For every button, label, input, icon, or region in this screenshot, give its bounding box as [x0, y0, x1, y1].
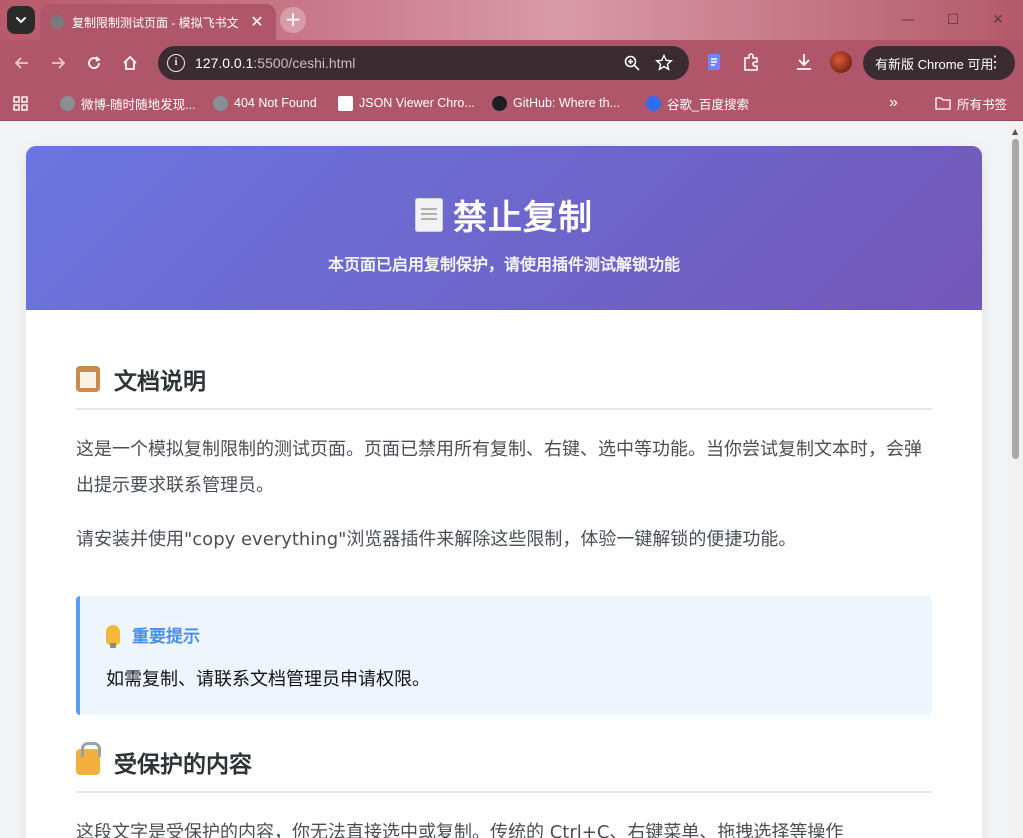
- bookmark-404[interactable]: 404 Not Found: [213, 93, 317, 113]
- chrome-update-button[interactable]: 有新版 Chrome 可用 ⋮: [863, 46, 1015, 80]
- section-heading-description: 文档说明: [76, 362, 932, 410]
- tab-strip: 复制限制测试页面 - 模拟飞书文 ✕ + — ☐ ✕: [0, 0, 1023, 40]
- home-icon: [123, 55, 137, 70]
- globe-icon: [50, 15, 64, 29]
- page-title: 禁止复制: [26, 146, 982, 239]
- bookmark-weibo[interactable]: 微博-随时随地发现...: [60, 93, 196, 113]
- bookmarks-overflow-icon[interactable]: »: [889, 93, 898, 113]
- document-content: 文档说明 这是一个模拟复制限制的测试页面。页面已禁用所有复制、右键、选中等功能。…: [26, 362, 982, 838]
- maximize-button[interactable]: ☐: [938, 8, 968, 32]
- tip-heading-text: 重要提示: [132, 627, 200, 647]
- back-button[interactable]: [9, 50, 35, 76]
- url-text[interactable]: 127.0.0.1:5500/ceshi.html: [195, 55, 355, 71]
- tip-heading: 重要提示: [106, 622, 906, 648]
- all-bookmarks-label: 所有书签: [957, 97, 1008, 112]
- download-icon[interactable]: [793, 51, 815, 73]
- section-heading-protected: 受保护的内容: [76, 742, 932, 793]
- page-subtitle: 本页面已启用复制保护，请使用插件测试解锁功能: [327, 255, 680, 274]
- tab-active[interactable]: 复制限制测试页面 - 模拟飞书文 ✕: [40, 4, 276, 40]
- tab-title: 复制限制测试页面 - 模拟飞书文: [72, 15, 239, 30]
- bookmark-label: GitHub: Where th...: [513, 96, 620, 110]
- back-arrow-icon: [14, 57, 28, 69]
- extension-icon[interactable]: [703, 51, 725, 73]
- chevron-down-icon: [16, 17, 26, 24]
- zoom-icon[interactable]: [623, 54, 641, 72]
- page-viewport: 禁止复制 本页面已启用复制保护，请使用插件测试解锁功能 文档说明 这是一个模拟复…: [0, 121, 1023, 838]
- menu-dots-icon[interactable]: ⋮: [987, 52, 1003, 72]
- forward-arrow-icon: [52, 57, 66, 69]
- document-card: 禁止复制 本页面已启用复制保护，请使用插件测试解锁功能 文档说明 这是一个模拟复…: [26, 146, 982, 838]
- address-bar[interactable]: i 127.0.0.1:5500/ceshi.html: [158, 46, 689, 80]
- home-button[interactable]: [117, 50, 143, 76]
- lock-icon: [76, 742, 101, 775]
- bookmark-json-viewer[interactable]: JSON Viewer Chro...: [338, 93, 475, 113]
- page-scrollbar[interactable]: ▲: [1008, 121, 1023, 838]
- clipboard-icon: [76, 366, 100, 392]
- lightbulb-icon: [106, 624, 120, 648]
- page-title-text: 禁止复制: [453, 198, 593, 238]
- github-icon: [492, 95, 507, 111]
- bookmark-label: 404 Not Found: [234, 96, 317, 110]
- important-tip-box: 重要提示 如需复制、请联系文档管理员申请权限。: [76, 596, 932, 715]
- bookmark-github[interactable]: GitHub: Where th...: [492, 93, 620, 113]
- section-heading-text: 文档说明: [114, 369, 206, 395]
- apps-grid-icon[interactable]: [13, 96, 28, 111]
- scrollbar-thumb[interactable]: [1012, 139, 1019, 459]
- site-info-icon[interactable]: i: [167, 54, 185, 72]
- bookmarks-bar: 微博-随时随地发现... 404 Not Found JSON Viewer C…: [0, 86, 1023, 121]
- bookmark-label: JSON Viewer Chro...: [359, 96, 475, 110]
- reload-button[interactable]: [81, 50, 107, 76]
- bookmark-label: 微博-随时随地发现...: [81, 97, 196, 112]
- browser-chrome: 复制限制测试页面 - 模拟飞书文 ✕ + — ☐ ✕ i 127.0.0.1:5…: [0, 0, 1023, 121]
- document-icon: [415, 197, 443, 232]
- section-heading-text: 受保护的内容: [114, 752, 252, 778]
- description-paragraph-1: 这是一个模拟复制限制的测试页面。页面已禁用所有复制、右键、选中等功能。当你尝试复…: [76, 439, 922, 496]
- json-viewer-icon: [338, 95, 353, 111]
- globe-icon: [60, 95, 75, 111]
- protected-paragraph: 这段文字是受保护的内容，你无法直接选中或复制。传统的 Ctrl+C、右键菜单、拖…: [76, 822, 844, 838]
- tab-close-icon[interactable]: ✕: [248, 14, 266, 30]
- tip-text: 如需复制、请联系文档管理员申请权限。: [106, 669, 430, 690]
- baidu-icon: [646, 95, 661, 111]
- minimize-button[interactable]: —: [893, 8, 923, 32]
- folder-icon: [935, 97, 951, 110]
- page-header: 禁止复制 本页面已启用复制保护，请使用插件测试解锁功能: [26, 146, 982, 310]
- update-label: 有新版 Chrome 可用: [875, 56, 994, 72]
- reload-icon: [88, 56, 101, 69]
- new-tab-button[interactable]: +: [280, 7, 306, 33]
- bookmark-star-icon[interactable]: [655, 54, 673, 72]
- all-bookmarks-button[interactable]: 所有书签: [935, 93, 1007, 113]
- tab-search-button[interactable]: [7, 6, 35, 34]
- close-window-button[interactable]: ✕: [983, 8, 1013, 32]
- profile-avatar[interactable]: [830, 51, 852, 73]
- bookmark-baidu[interactable]: 谷歌_百度搜索: [646, 93, 749, 113]
- scroll-up-icon[interactable]: ▲: [1012, 127, 1018, 136]
- globe-icon: [213, 95, 228, 111]
- forward-button[interactable]: [45, 50, 71, 76]
- puzzle-icon[interactable]: [740, 51, 762, 73]
- bookmark-label: 谷歌_百度搜索: [667, 97, 749, 112]
- browser-toolbar: i 127.0.0.1:5500/ceshi.html 有新版 Chrome 可…: [0, 40, 1023, 86]
- description-paragraph-2: 请安装并使用"copy everything"浏览器插件来解除这些限制，体验一键…: [76, 529, 797, 550]
